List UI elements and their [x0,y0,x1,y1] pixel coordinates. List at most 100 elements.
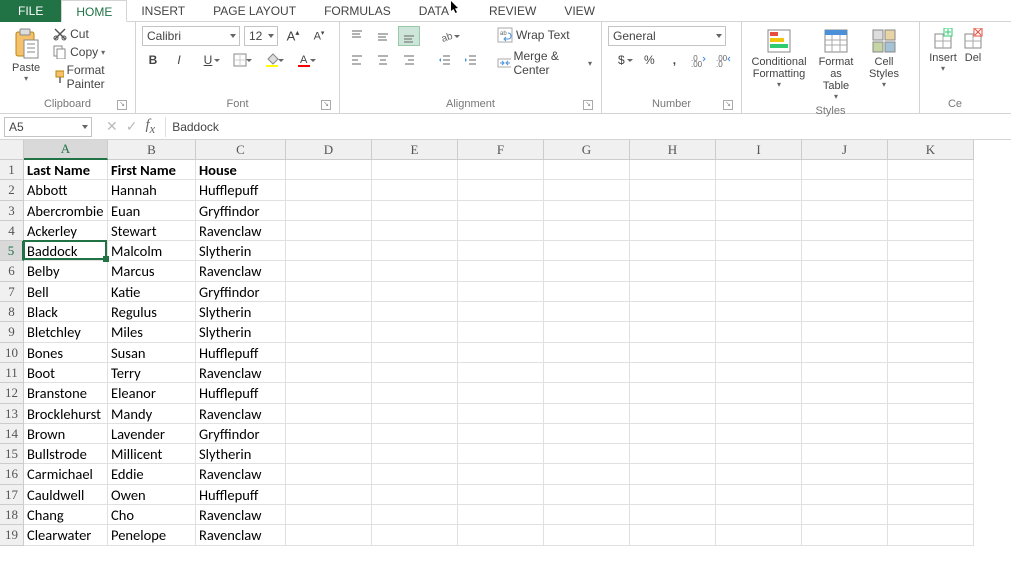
cell-K3[interactable] [888,201,974,221]
row-header-17[interactable]: 17 [0,485,24,505]
cut-button[interactable]: Cut [50,26,129,42]
cell-C19[interactable]: Ravenclaw [196,525,286,545]
font-color-button[interactable]: A [290,50,318,70]
align-middle-button[interactable] [372,26,394,46]
bold-button[interactable]: B [142,50,164,70]
cell-B14[interactable]: Lavender [108,424,196,444]
cell-B12[interactable]: Eleanor [108,383,196,403]
column-header-D[interactable]: D [286,140,372,160]
spreadsheet-grid[interactable]: ABCDEFGHIJK 1234567891011121314151617181… [0,140,1011,582]
cell-C1[interactable]: House [196,160,286,180]
cell-C6[interactable]: Ravenclaw [196,261,286,281]
cell-D11[interactable] [286,363,372,383]
cell-C4[interactable]: Ravenclaw [196,221,286,241]
cell-J7[interactable] [802,282,888,302]
cell-F13[interactable] [458,404,544,424]
cell-F14[interactable] [458,424,544,444]
delete-cells-button[interactable]: Del [960,26,986,96]
cell-E10[interactable] [372,343,458,363]
decrease-decimal-button[interactable]: .00.0 [714,50,735,70]
cell-B15[interactable]: Millicent [108,444,196,464]
cell-E1[interactable] [372,160,458,180]
cell-G3[interactable] [544,201,630,221]
cell-D7[interactable] [286,282,372,302]
cell-D14[interactable] [286,424,372,444]
cell-G9[interactable] [544,322,630,342]
cell-G6[interactable] [544,261,630,281]
cell-H12[interactable] [630,383,716,403]
cell-D16[interactable] [286,464,372,484]
cell-C14[interactable]: Gryffindor [196,424,286,444]
cell-K2[interactable] [888,180,974,200]
cell-A14[interactable]: Brown [24,424,108,444]
cancel-formula-button[interactable]: ✕ [106,118,118,135]
cell-H10[interactable] [630,343,716,363]
align-center-button[interactable] [372,50,394,70]
fx-icon[interactable]: fx [145,117,155,137]
cell-E14[interactable] [372,424,458,444]
cell-A10[interactable]: Bones [24,343,108,363]
cell-J19[interactable] [802,525,888,545]
cell-I15[interactable] [716,444,802,464]
cell-B5[interactable]: Malcolm [108,241,196,261]
cell-H8[interactable] [630,302,716,322]
row-header-2[interactable]: 2 [0,180,24,200]
formula-input[interactable]: Baddock [165,117,1011,137]
cell-G19[interactable] [544,525,630,545]
tab-data[interactable]: DATA [405,0,475,22]
cell-H9[interactable] [630,322,716,342]
cell-B7[interactable]: Katie [108,282,196,302]
cell-G7[interactable] [544,282,630,302]
cell-J11[interactable] [802,363,888,383]
column-header-J[interactable]: J [802,140,888,160]
merge-center-button[interactable]: Merge & Center▾ [494,48,595,78]
cell-I12[interactable] [716,383,802,403]
cell-I11[interactable] [716,363,802,383]
cell-styles-button[interactable]: Cell Styles▾ [862,26,906,103]
cell-A4[interactable]: Ackerley [24,221,108,241]
insert-cells-button[interactable]: Insert▾ [926,26,960,96]
cell-H13[interactable] [630,404,716,424]
cell-K7[interactable] [888,282,974,302]
cell-C8[interactable]: Slytherin [196,302,286,322]
cell-K11[interactable] [888,363,974,383]
cell-G2[interactable] [544,180,630,200]
cell-B13[interactable]: Mandy [108,404,196,424]
cell-K15[interactable] [888,444,974,464]
cell-J2[interactable] [802,180,888,200]
cell-D5[interactable] [286,241,372,261]
row-header-6[interactable]: 6 [0,261,24,281]
cell-F7[interactable] [458,282,544,302]
cell-C17[interactable]: Hufflepuff [196,485,286,505]
cell-E8[interactable] [372,302,458,322]
tab-insert[interactable]: INSERT [127,0,199,22]
cell-E5[interactable] [372,241,458,261]
cell-J10[interactable] [802,343,888,363]
font-name-select[interactable]: Calibri [142,26,240,46]
cell-B19[interactable]: Penelope [108,525,196,545]
cell-H15[interactable] [630,444,716,464]
cell-A1[interactable]: Last Name [24,160,108,180]
clipboard-dialog-launcher[interactable]: ↘ [117,100,127,110]
cell-I6[interactable] [716,261,802,281]
cell-H7[interactable] [630,282,716,302]
cell-A19[interactable]: Clearwater [24,525,108,545]
cell-K9[interactable] [888,322,974,342]
cell-C10[interactable]: Hufflepuff [196,343,286,363]
row-header-18[interactable]: 18 [0,505,24,525]
format-painter-button[interactable]: Format Painter [50,62,129,92]
cell-D17[interactable] [286,485,372,505]
cell-G12[interactable] [544,383,630,403]
cell-I17[interactable] [716,485,802,505]
cell-E2[interactable] [372,180,458,200]
cell-C5[interactable]: Slytherin [196,241,286,261]
decrease-font-button[interactable]: A▾ [308,26,330,46]
cell-C11[interactable]: Ravenclaw [196,363,286,383]
cell-A16[interactable]: Carmichael [24,464,108,484]
row-header-9[interactable]: 9 [0,322,24,342]
cell-I14[interactable] [716,424,802,444]
cell-G16[interactable] [544,464,630,484]
cell-F8[interactable] [458,302,544,322]
column-header-G[interactable]: G [544,140,630,160]
cell-D1[interactable] [286,160,372,180]
